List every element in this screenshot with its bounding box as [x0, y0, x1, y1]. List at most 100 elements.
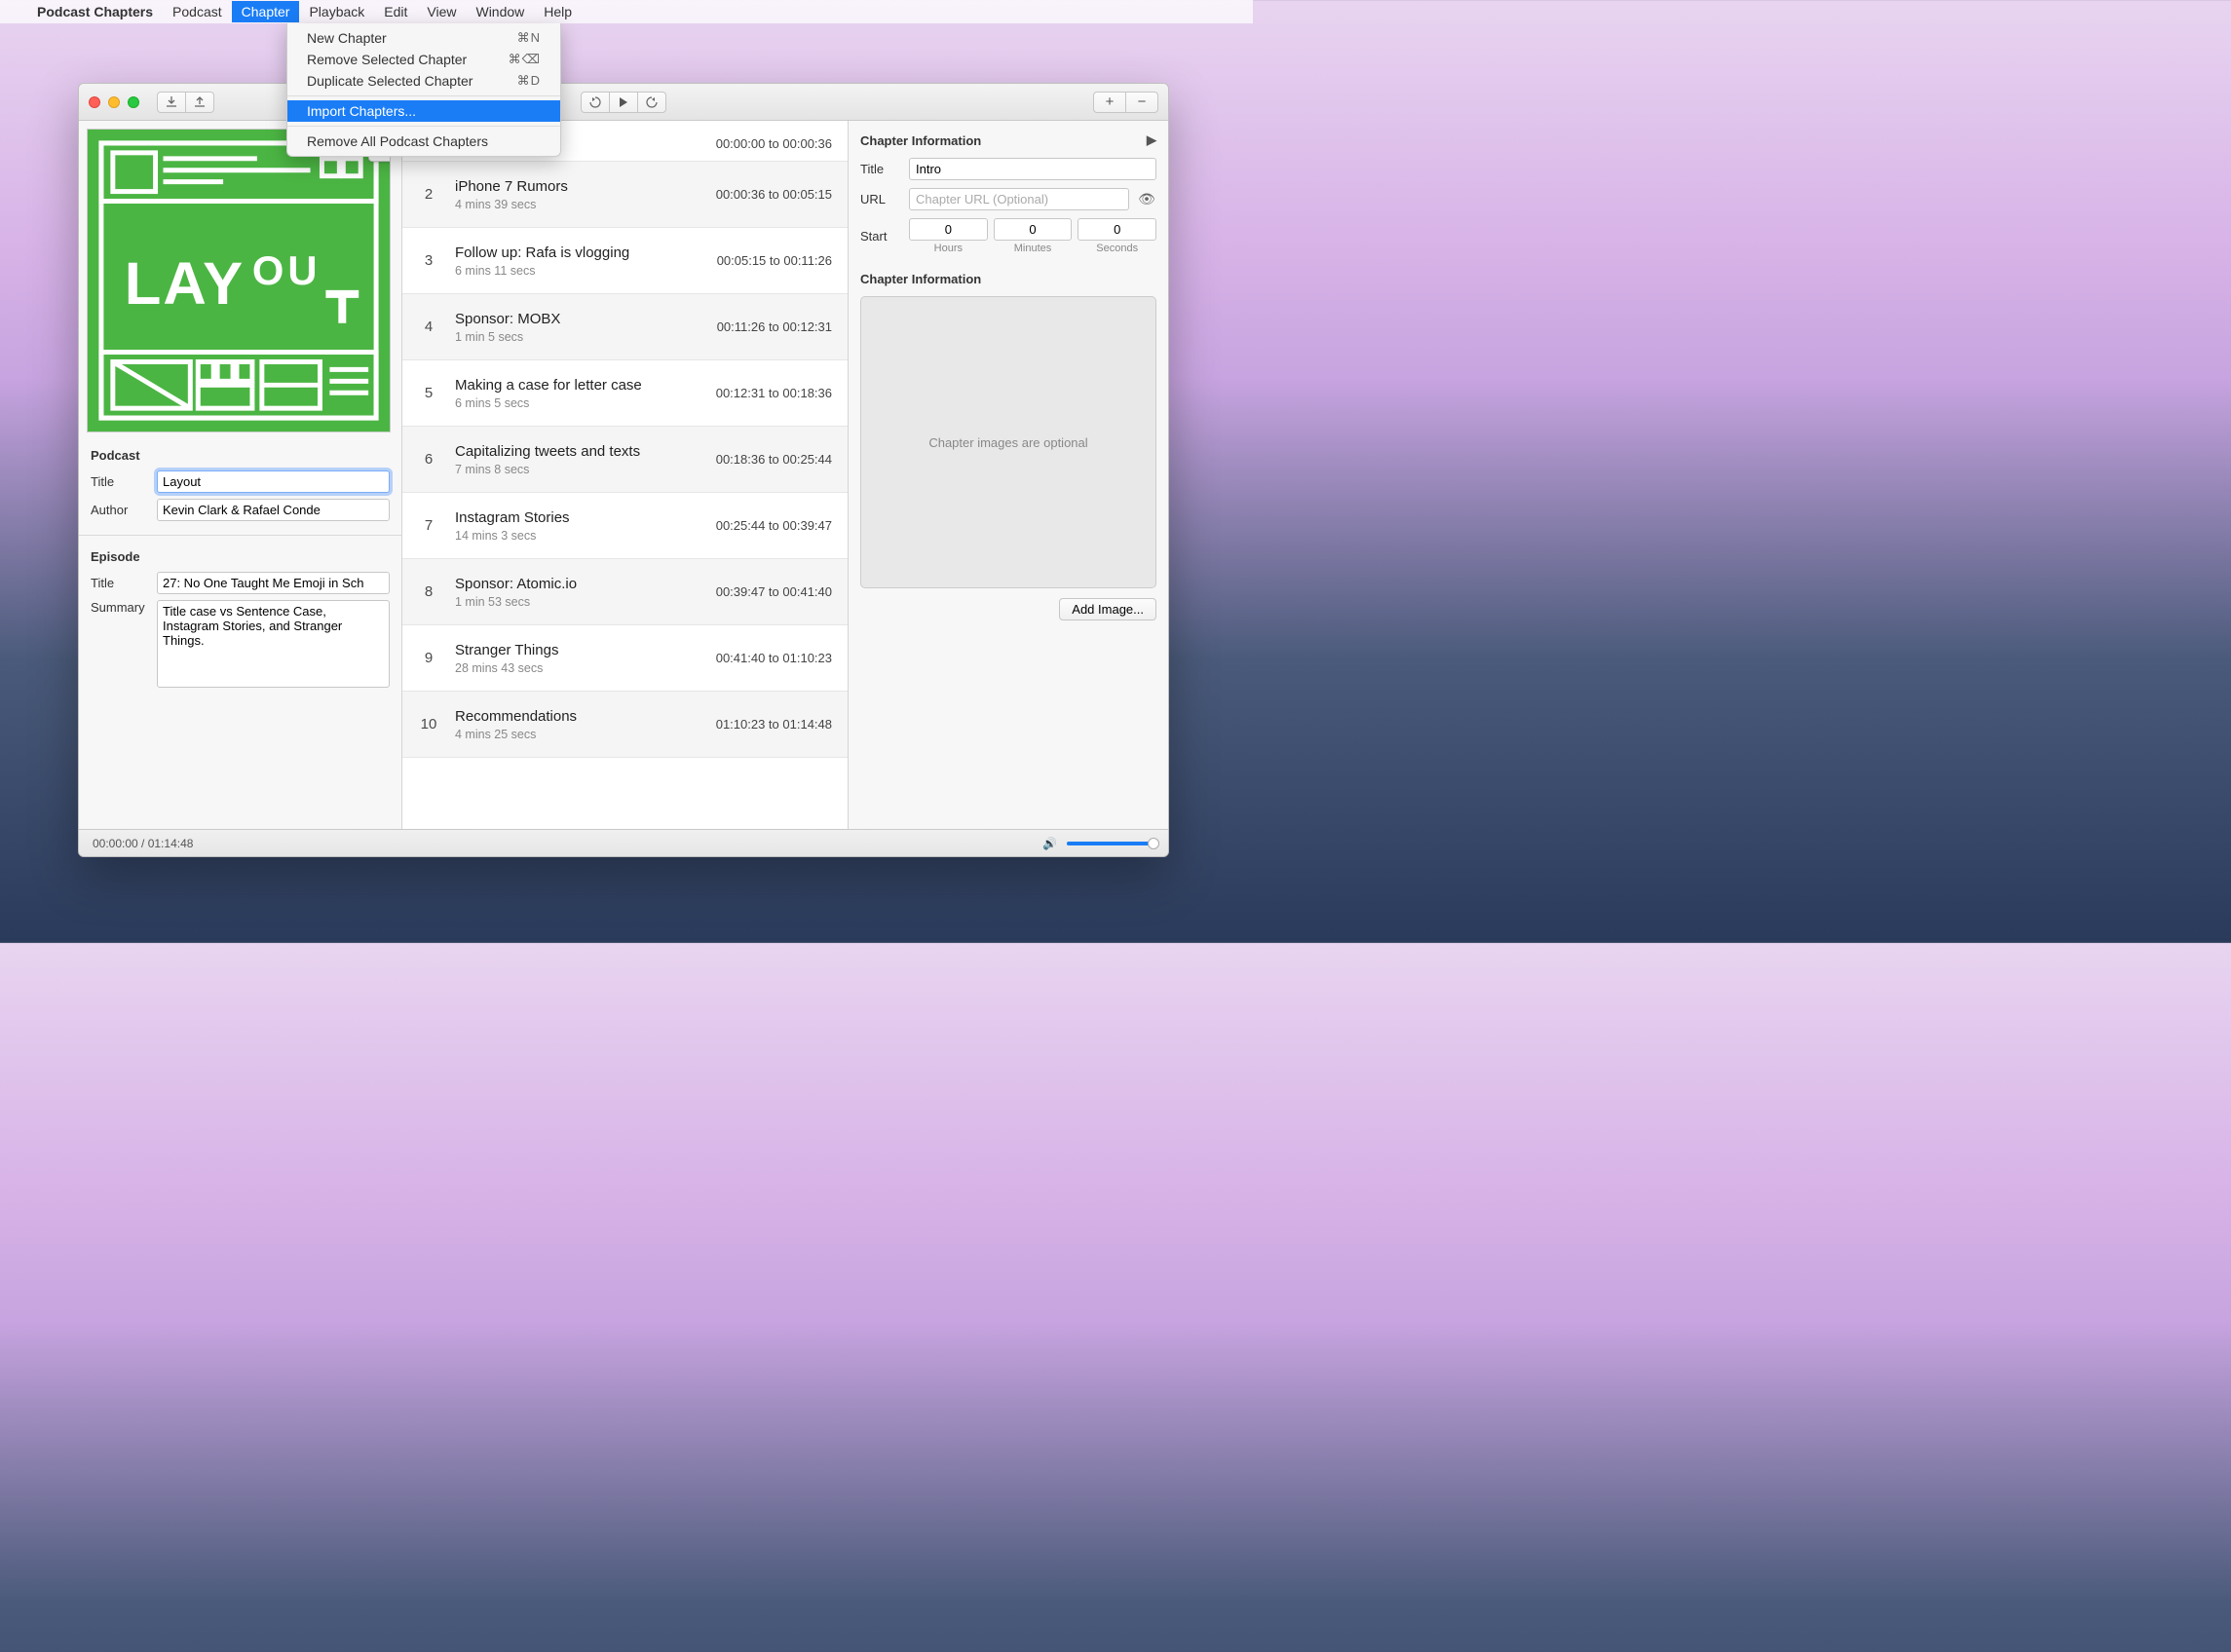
chapter-duration: 28 mins 43 secs: [455, 661, 716, 675]
chapter-url-input[interactable]: [909, 188, 1129, 210]
chapter-row[interactable]: 3Follow up: Rafa is vlogging 6 mins 11 se…: [402, 228, 848, 294]
podcast-section-label: Podcast: [91, 448, 390, 463]
svg-text:LAY: LAY: [125, 250, 246, 318]
podcast-title-input[interactable]: [157, 470, 390, 493]
chapter-row[interactable]: 4Sponsor: MOBX1 min 5 secs00:11:26 to 00…: [402, 294, 848, 360]
chapter-row[interactable]: 8Sponsor: Atomic.io1 min 53 secs00:39:47…: [402, 559, 848, 625]
hours-label: Hours: [909, 243, 988, 254]
episode-section-label: Episode: [91, 549, 390, 564]
dropdown-new-chapter[interactable]: New Chapter ⌘N: [287, 27, 560, 49]
dropdown-duplicate-selected[interactable]: Duplicate Selected Chapter ⌘D: [287, 70, 560, 92]
chapter-row[interactable]: 6Capitalizing tweets and texts7 mins 8 s…: [402, 427, 848, 493]
chapter-title: Sponsor: Atomic.io: [455, 576, 716, 592]
dropdown-remove-all[interactable]: Remove All Podcast Chapters: [287, 131, 560, 152]
dropdown-remove-selected[interactable]: Remove Selected Chapter ⌘⌫: [287, 49, 560, 70]
episode-title-input[interactable]: [157, 572, 390, 594]
chapter-time-range: 00:39:47 to 00:41:40: [716, 584, 832, 599]
chapter-time-range: 00:05:15 to 00:11:26: [717, 253, 832, 268]
window-titlebar: + −: [79, 84, 1168, 121]
image-hint-text: Chapter images are optional: [928, 435, 1087, 450]
start-seconds-input[interactable]: [1078, 218, 1156, 241]
close-button[interactable]: [89, 96, 100, 108]
chapter-duration: 6 mins 5 secs: [455, 396, 716, 410]
right-panel: Chapter Information ▶ Title URL 👁 Start …: [849, 121, 1168, 829]
chapter-title: Making a case for letter case: [455, 377, 716, 394]
chapter-time-range: 00:41:40 to 01:10:23: [716, 651, 832, 665]
chapter-row[interactable]: 7Instagram Stories14 mins 3 secs00:25:44…: [402, 493, 848, 559]
chapter-time-range: 00:00:00 to 00:00:36: [716, 136, 832, 151]
chapter-number: 9: [402, 650, 455, 666]
skip-back-button[interactable]: [581, 92, 610, 113]
chapter-start-label: Start: [860, 229, 901, 244]
play-button[interactable]: [609, 92, 638, 113]
window-traffic-lights: [89, 96, 139, 108]
chapter-time-range: 00:12:31 to 00:18:36: [716, 386, 832, 400]
minimize-button[interactable]: [108, 96, 120, 108]
chapter-row[interactable]: 2iPhone 7 Rumors4 mins 39 secs00:00:36 t…: [402, 162, 848, 228]
import-button[interactable]: [157, 92, 186, 113]
menu-app-name[interactable]: Podcast Chapters: [27, 1, 163, 22]
menu-help[interactable]: Help: [534, 1, 582, 22]
podcast-author-input[interactable]: [157, 499, 390, 521]
episode-summary-input[interactable]: Title case vs Sentence Case, Instagram S…: [157, 600, 390, 688]
seconds-label: Seconds: [1078, 243, 1156, 254]
chapter-list: 00:00:00 to 00:00:362iPhone 7 Rumors4 mi…: [402, 121, 849, 829]
chapter-duration: 1 min 5 secs: [455, 330, 717, 344]
chapter-number: 4: [402, 319, 455, 335]
chapter-duration: 4 mins 39 secs: [455, 198, 716, 211]
chapter-number: 3: [402, 252, 455, 269]
chapter-url-label: URL: [860, 192, 901, 206]
chapter-number: 7: [402, 517, 455, 534]
volume-icon[interactable]: 🔊: [1042, 837, 1057, 850]
chapter-title: Follow up: Rafa is vlogging: [455, 244, 717, 261]
chapter-time-range: 00:18:36 to 00:25:44: [716, 452, 832, 467]
chapter-duration: 4 mins 25 secs: [455, 728, 716, 741]
podcast-artwork[interactable]: LAY OU Cha: [87, 129, 391, 432]
chapter-row[interactable]: 10Recommendations4 mins 25 secs01:10:23 …: [402, 692, 848, 758]
chapter-title-input[interactable]: [909, 158, 1156, 180]
menu-podcast[interactable]: Podcast: [163, 1, 232, 22]
podcast-author-label: Author: [91, 503, 149, 517]
chapter-title: Recommendations: [455, 708, 716, 725]
chapter-number: 5: [402, 385, 455, 401]
chapter-duration: 6 mins 11 secs: [455, 264, 717, 278]
chapter-time-range: 01:10:23 to 01:14:48: [716, 717, 832, 732]
left-panel: LAY OU Cha Podcast Title Author: [79, 121, 402, 829]
chapter-title: Instagram Stories: [455, 509, 716, 526]
chapter-image-dropzone[interactable]: Chapter images are optional: [860, 296, 1156, 588]
export-button[interactable]: [185, 92, 214, 113]
volume-slider[interactable]: [1067, 842, 1154, 845]
expand-icon[interactable]: ▶: [1147, 132, 1156, 148]
podcast-title-label: Title: [91, 474, 149, 489]
app-window: + −: [78, 83, 1169, 857]
chapter-row[interactable]: 5Making a case for letter case 6 mins 5 s…: [402, 360, 848, 427]
dropdown-separator: [287, 95, 560, 96]
menu-edit[interactable]: Edit: [374, 1, 417, 22]
remove-chapter-button[interactable]: −: [1125, 92, 1158, 113]
menu-chapter[interactable]: Chapter: [232, 1, 300, 22]
episode-title-label: Title: [91, 576, 149, 590]
preview-url-icon[interactable]: 👁: [1137, 191, 1156, 207]
start-hours-input[interactable]: [909, 218, 988, 241]
menu-window[interactable]: Window: [466, 1, 534, 22]
chapter-title: iPhone 7 Rumors: [455, 178, 716, 195]
chapter-time-range: 00:25:44 to 00:39:47: [716, 518, 832, 533]
chapter-dropdown: New Chapter ⌘N Remove Selected Chapter ⌘…: [286, 23, 561, 157]
macos-menu-bar: Podcast Chapters Podcast Chapter Playbac…: [0, 0, 1253, 23]
menu-view[interactable]: View: [417, 1, 466, 22]
add-chapter-button[interactable]: +: [1093, 92, 1126, 113]
dropdown-separator: [287, 126, 560, 127]
window-footer: 00:00:00 / 01:14:48 🔊: [79, 829, 1168, 856]
chapter-row[interactable]: 9Stranger Things28 mins 43 secs00:41:40 …: [402, 625, 848, 692]
chapter-time-range: 00:00:36 to 00:05:15: [716, 187, 832, 202]
skip-forward-button[interactable]: [637, 92, 666, 113]
chapter-duration: 7 mins 8 secs: [455, 463, 716, 476]
chapter-title: Sponsor: MOBX: [455, 311, 717, 327]
zoom-button[interactable]: [128, 96, 139, 108]
menu-playback[interactable]: Playback: [299, 1, 374, 22]
chapter-title: Capitalizing tweets and texts: [455, 443, 716, 460]
start-minutes-input[interactable]: [994, 218, 1073, 241]
dropdown-import-chapters[interactable]: Import Chapters...: [287, 100, 560, 122]
minutes-label: Minutes: [994, 243, 1073, 254]
add-image-button[interactable]: Add Image...: [1059, 598, 1156, 620]
